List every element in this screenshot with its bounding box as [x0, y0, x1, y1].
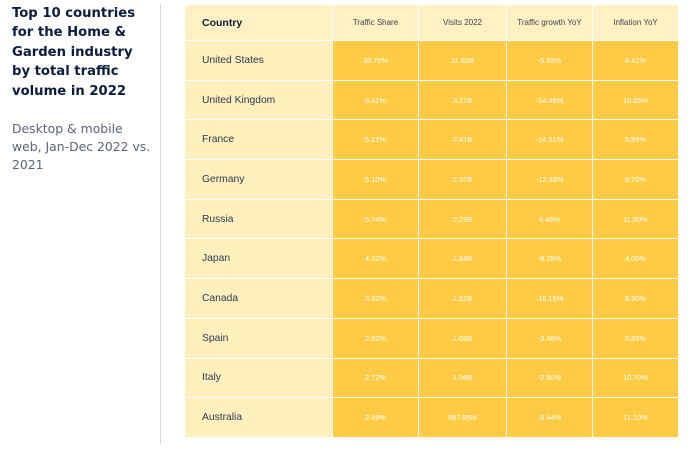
visits-2022-cell: 1.52B [418, 278, 507, 319]
inflation-cell: 11.10% [592, 397, 679, 438]
inflation-cell: 5.90% [592, 278, 679, 319]
inflation-cell: 8.70% [592, 159, 679, 200]
traffic-share-cell: 2.49% [332, 397, 419, 438]
traffic-share-cell: 5.74% [332, 198, 419, 240]
visits-2022-cell: 3.27B [418, 79, 507, 121]
traffic-growth-cell: -5.44% [506, 397, 593, 438]
traffic-share-cell: 4.22% [332, 238, 419, 280]
country-cell: Canada [184, 278, 333, 319]
visits-2022-cell: 2.37B [418, 159, 507, 200]
visits-2022-cell: 11.92B [418, 40, 507, 81]
column-header-inflation: Inflation YoY [592, 4, 679, 41]
country-cell: Japan [184, 238, 333, 280]
table-row: United States 30.70% 11.92B -5.65% 6.41% [184, 40, 679, 81]
traffic-share-cell: 2.82% [332, 317, 419, 359]
table-row: United Kingdom 8.41% 3.27B -14.48% 10.05% [184, 79, 679, 121]
country-cell: France [184, 119, 333, 161]
inflation-cell: 4.00% [592, 238, 679, 280]
traffic-growth-cell: -14.51% [506, 119, 593, 161]
traffic-share-cell: 8.41% [332, 79, 419, 121]
traffic-growth-cell: -14.48% [506, 79, 593, 121]
visits-2022-cell: 1.06B [418, 357, 507, 399]
country-cell: Italy [184, 357, 333, 399]
inflation-cell: 5.89% [592, 119, 679, 161]
table-header-row: Country Traffic Share Visits 2022 Traffi… [184, 4, 679, 41]
table-row: Spain 2.82% 1.09B -3.46% 5.89% [184, 317, 679, 359]
traffic-table: Country Traffic Share Visits 2022 Traffi… [184, 4, 679, 438]
visits-2022-cell: 2.41B [418, 119, 507, 161]
country-cell: Russia [184, 198, 333, 240]
chart-subtitle: Desktop & mobile web, Jan-Dec 2022 vs. 2… [12, 121, 151, 172]
traffic-growth-cell: -5.65% [506, 40, 593, 81]
table-row: Japan 4.22% 1.64B -8.28% 4.00% [184, 238, 679, 280]
traffic-share-cell: 6.10% [332, 159, 419, 200]
inflation-cell: 10.05% [592, 79, 679, 121]
column-header-country: Country [184, 4, 333, 41]
traffic-growth-cell: -3.46% [506, 317, 593, 359]
traffic-table-container: Country Traffic Share Visits 2022 Traffi… [184, 4, 679, 438]
country-cell: Australia [184, 397, 333, 438]
table-row: Italy 2.72% 1.06B -2.50% 10.70% [184, 357, 679, 399]
visits-2022-cell: 1.09B [418, 317, 507, 359]
table-row: France 6.21% 2.41B -14.51% 5.89% [184, 119, 679, 161]
inflation-cell: 6.41% [592, 40, 679, 81]
traffic-growth-cell: -15.15% [506, 278, 593, 319]
traffic-growth-cell: 6.46% [506, 198, 593, 240]
traffic-share-cell: 30.70% [332, 40, 419, 81]
country-cell: United States [184, 40, 333, 81]
table-row: Australia 2.49% 967.95M -5.44% 11.10% [184, 397, 679, 438]
traffic-share-cell: 3.92% [332, 278, 419, 319]
column-header-traffic-share: Traffic Share [332, 4, 419, 41]
column-header-visits-2022: Visits 2022 [418, 4, 507, 41]
vertical-divider [160, 4, 161, 444]
table-body: United States 30.70% 11.92B -5.65% 6.41% Unit… [184, 40, 679, 438]
visits-2022-cell: 967.95M [418, 397, 507, 438]
traffic-growth-cell: -12.33% [506, 159, 593, 200]
traffic-share-cell: 2.72% [332, 357, 419, 399]
country-cell: Germany [184, 159, 333, 200]
country-cell: Spain [184, 317, 333, 359]
inflation-cell: 11.80% [592, 198, 679, 240]
chart-title: Top 10 countries for the Home & Garden i… [12, 6, 136, 99]
table-row: Russia 5.74% 2.23B 6.46% 11.80% [184, 198, 679, 240]
table-row: Canada 3.92% 1.52B -15.15% 5.90% [184, 278, 679, 319]
traffic-share-cell: 6.21% [332, 119, 419, 161]
traffic-growth-cell: -2.50% [506, 357, 593, 399]
inflation-cell: 10.70% [592, 357, 679, 399]
visits-2022-cell: 1.64B [418, 238, 507, 280]
traffic-growth-cell: -8.28% [506, 238, 593, 280]
country-cell: United Kingdom [184, 79, 333, 121]
table-row: Germany 6.10% 2.37B -12.33% 8.70% [184, 159, 679, 200]
inflation-cell: 5.89% [592, 317, 679, 359]
visits-2022-cell: 2.23B [418, 198, 507, 240]
column-header-traffic-growth: Traffic growth YoY [506, 4, 593, 41]
